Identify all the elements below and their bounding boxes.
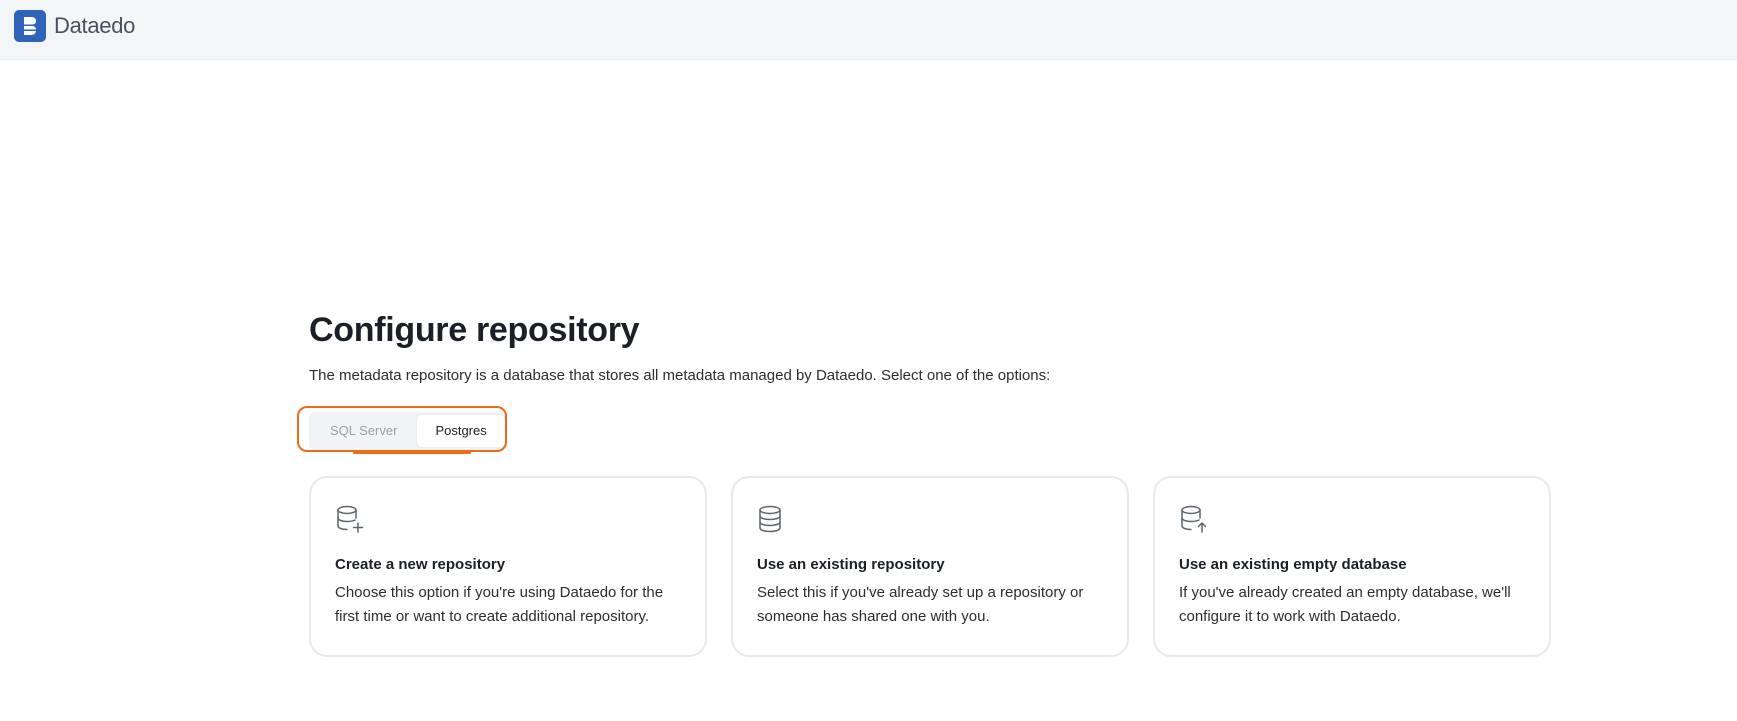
dataedo-logo[interactable]: Dataedo xyxy=(14,10,135,42)
page-title: Configure repository xyxy=(309,311,640,349)
page-subtitle: The metadata repository is a database th… xyxy=(309,367,1051,384)
card-title: Use an existing empty database xyxy=(1179,556,1407,573)
postgres-option[interactable]: Postgres xyxy=(417,415,505,447)
card-description: Select this if you've already set up a r… xyxy=(757,584,1084,625)
card-title: Create a new repository xyxy=(335,556,506,573)
sql-server-option[interactable]: SQL Server xyxy=(312,415,415,447)
dataedo-logo-icon xyxy=(14,10,46,42)
top-bar: Dataedo xyxy=(0,0,1737,60)
database-type-toggle: SQL Server Postgres xyxy=(297,406,508,454)
card-description: If you've already created an empty datab… xyxy=(1179,584,1511,625)
create-new-repository-card[interactable]: Create a new repository Choose this opti… xyxy=(309,476,707,657)
configure-repository-panel: Configure repository The metadata reposi… xyxy=(297,308,1559,657)
database-icon xyxy=(759,505,781,533)
use-existing-repository-card[interactable]: Use an existing repository Select this i… xyxy=(731,476,1129,657)
database-plus-icon xyxy=(337,505,364,533)
database-upload-icon xyxy=(1181,505,1207,533)
card-title: Use an existing repository xyxy=(757,556,945,573)
segmented-control: SQL Server Postgres xyxy=(309,412,508,450)
card-description: Choose this option if you're using Datae… xyxy=(335,584,664,625)
annotation-underline xyxy=(353,452,471,454)
app-name: Dataedo xyxy=(54,13,136,38)
repository-options: Create a new repository Choose this opti… xyxy=(309,476,1551,657)
use-existing-empty-database-card[interactable]: Use an existing empty database If you've… xyxy=(1153,476,1551,657)
